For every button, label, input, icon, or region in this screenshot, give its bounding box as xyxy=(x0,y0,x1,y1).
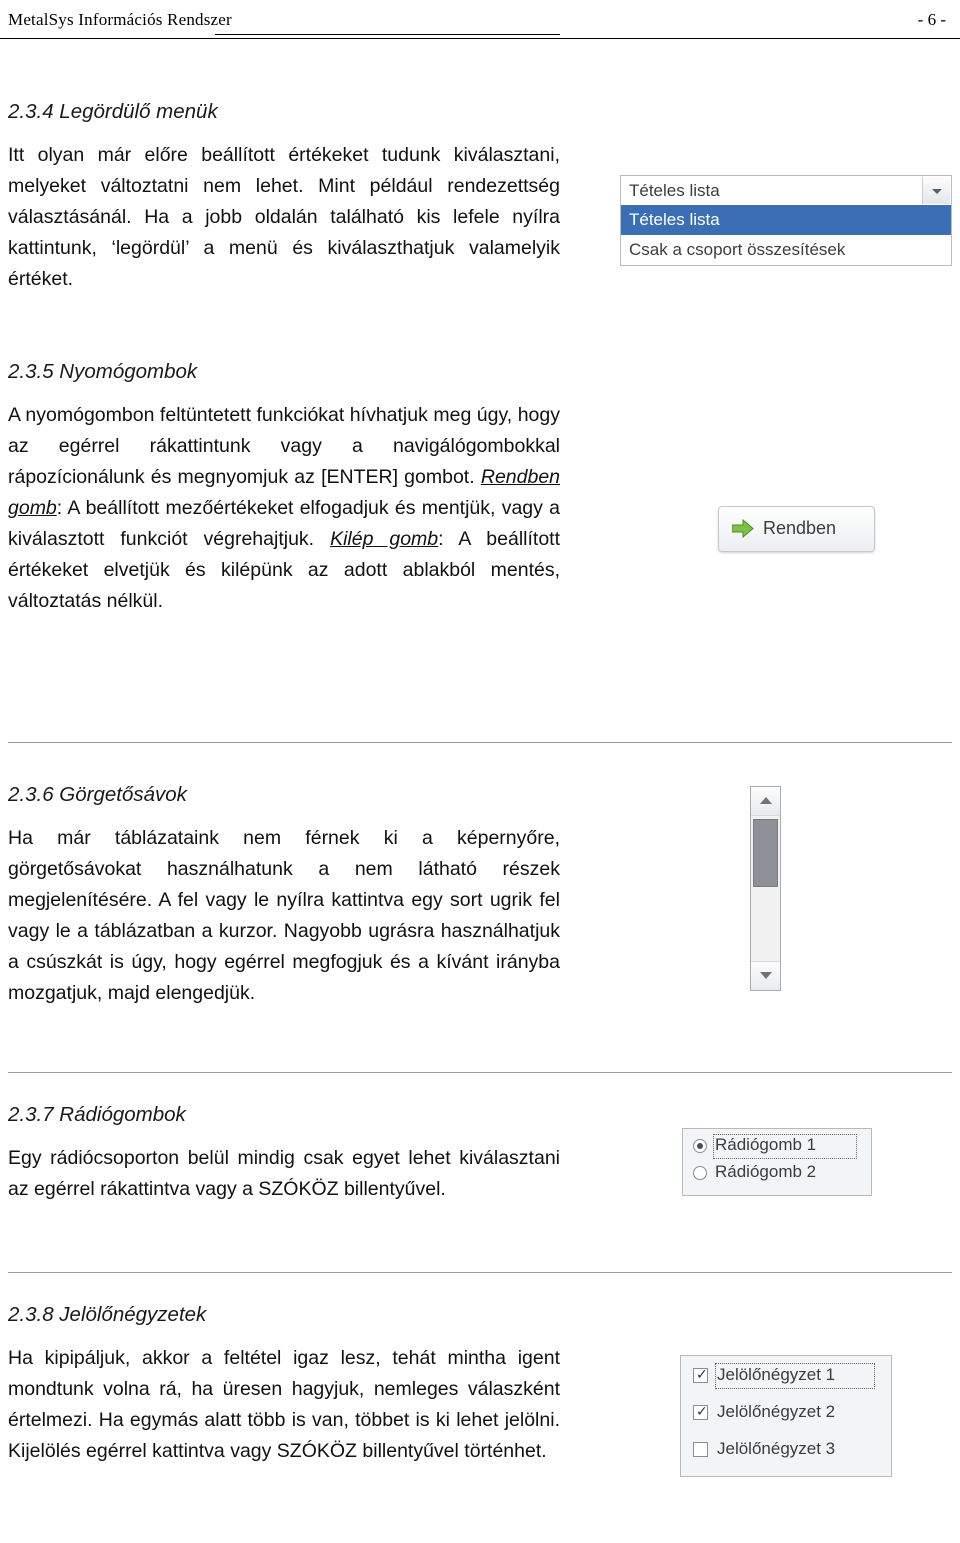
scrollbar-thumb[interactable] xyxy=(753,819,778,887)
section-body-234: Itt olyan már előre beállított értékeket… xyxy=(8,144,560,290)
section-heading-235: 2.3.5 Nyomógombok xyxy=(8,360,198,383)
section-heading-238: 2.3.8 Jelölőnégyzetek xyxy=(8,1303,207,1326)
checkbox-group-widget[interactable]: ✓ Jelölőnégyzet 1 ✓ Jelölőnégyzet 2 Jelö… xyxy=(680,1355,892,1477)
chevron-down-icon xyxy=(760,972,772,979)
section-heading-237: 2.3.7 Rádiógombok xyxy=(8,1103,186,1126)
document-page: MetalSys Információs Rendszer - 6 - 2.3.… xyxy=(0,0,960,1543)
header-divider-short xyxy=(215,34,560,35)
radio-selected-icon xyxy=(693,1139,707,1153)
header-divider xyxy=(0,38,960,39)
checkbox-option-3-label: Jelölőnégyzet 3 xyxy=(717,1439,836,1458)
rendben-button[interactable]: Rendben xyxy=(718,506,875,552)
section-body-237: Egy rádiócsoporton belül mindig csak egy… xyxy=(8,1147,560,1200)
green-arrow-icon xyxy=(732,519,754,538)
dropdown-option-1[interactable]: Tételes lista xyxy=(621,205,951,235)
checkbox-option-1-label: Jelölőnégyzet 1 xyxy=(717,1365,836,1384)
checkbox-unchecked-icon xyxy=(693,1442,708,1457)
radio-option-2-label: Rádiógomb 2 xyxy=(715,1162,817,1181)
checkbox-option-2-label: Jelölőnégyzet 2 xyxy=(717,1402,836,1421)
section-body-236: Ha már táblázataink nem férnek ki a képe… xyxy=(8,827,560,1004)
dropdown-toggle-button[interactable] xyxy=(922,177,950,204)
scrollbar-widget[interactable] xyxy=(750,786,781,991)
section-divider-2 xyxy=(8,1072,952,1073)
radio-unselected-icon xyxy=(693,1166,707,1180)
section-235-paragraph-1: A nyomógombon feltüntetett funkciókat hí… xyxy=(8,404,560,488)
term-kilep-gomb: Kilép gomb xyxy=(330,528,439,550)
dropdown-options-list[interactable]: Tételes lista Csak a csoport összesítése… xyxy=(620,205,952,266)
section-body-235: A nyomógombon feltüntetett funkciókat hí… xyxy=(8,400,560,617)
header-title: MetalSys Információs Rendszer xyxy=(8,10,232,29)
dropdown-option-2[interactable]: Csak a csoport összesítések xyxy=(621,235,951,265)
dropdown-field[interactable]: Tételes lista xyxy=(620,175,952,206)
checkbox-checked-icon: ✓ xyxy=(693,1404,708,1420)
radio-option-1-label: Rádiógomb 1 xyxy=(715,1135,817,1154)
chevron-up-icon xyxy=(760,797,772,804)
page-header: MetalSys Információs Rendszer - 6 - xyxy=(0,8,960,42)
radio-group-widget[interactable]: Rádiógomb 1 Rádiógomb 2 xyxy=(682,1128,872,1196)
scrollbar-up-button[interactable] xyxy=(751,787,780,816)
dropdown-selected-value: Tételes lista xyxy=(629,181,720,200)
section-divider-3 xyxy=(8,1272,952,1273)
scrollbar-down-button[interactable] xyxy=(751,961,780,990)
checkbox-checked-icon: ✓ xyxy=(693,1367,708,1383)
dropdown-widget[interactable]: Tételes lista Tételes lista Csak a csopo… xyxy=(620,175,952,266)
section-heading-234: 2.3.4 Legördülő menük xyxy=(8,100,218,123)
chevron-down-icon xyxy=(932,189,942,194)
section-divider-1 xyxy=(8,742,952,743)
section-body-238: Ha kipipáljuk, akkor a feltétel igaz les… xyxy=(8,1347,560,1462)
rendben-button-label: Rendben xyxy=(763,518,837,538)
section-heading-236: 2.3.6 Görgetősávok xyxy=(8,783,187,806)
page-number: - 6 - xyxy=(917,10,946,29)
